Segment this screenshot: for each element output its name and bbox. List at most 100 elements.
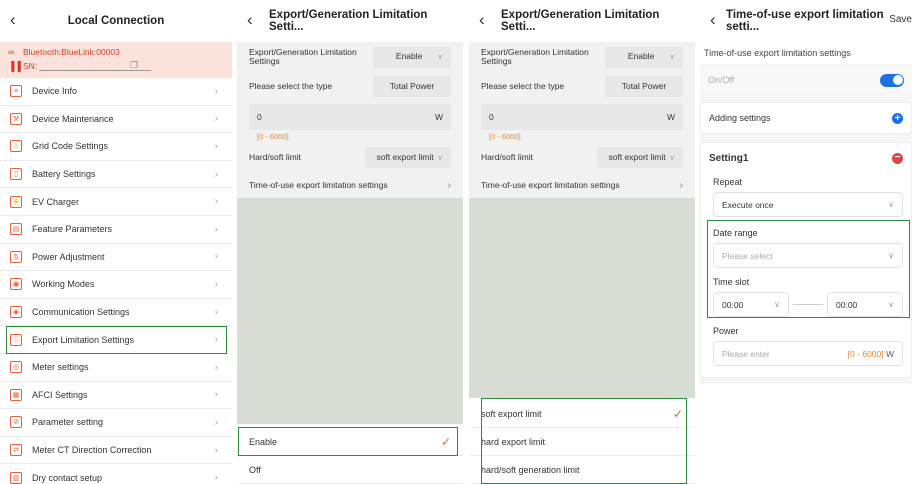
onoff-label: On/Off	[708, 75, 735, 85]
barcode-icon: ▐▐	[8, 61, 21, 71]
limit-row: Export/Generation Limitation Settings En…	[237, 42, 463, 72]
highlight-box	[707, 220, 910, 318]
overlay-mask	[237, 198, 463, 424]
chevron-right-icon: ›	[214, 113, 218, 125]
page-title: Time-of-use export limitation setti...	[726, 9, 884, 33]
page-title: Export/Generation Limitation Setti...	[501, 9, 660, 33]
hardsoft-select[interactable]: soft export limit ∨	[365, 146, 451, 168]
chevron-right-icon: ›	[214, 444, 218, 456]
antenna-icon: ◉	[10, 306, 22, 319]
back-icon[interactable]: ‹	[247, 11, 253, 28]
power-range: [0 - 6000]	[257, 132, 289, 141]
menu-item-device-info[interactable]: ≡ Device Info ›	[0, 78, 232, 106]
tools-icon: ⚒	[10, 112, 22, 125]
export-limit-screen-enable: ‹ Export/Generation Limitation Setti... …	[237, 0, 463, 484]
limit-row: Export/Generation Limitation Settings En…	[469, 42, 695, 72]
option-off[interactable]: Off	[237, 456, 463, 484]
menu-item-meter-settings[interactable]: ◎ Meter settings ›	[0, 354, 232, 382]
chevron-right-icon: ›	[447, 179, 451, 191]
limit-label: Export/Generation Limitation Settings	[249, 46, 357, 66]
chevron-right-icon: ›	[214, 140, 218, 152]
type-row: Please select the type Total Power	[237, 72, 463, 100]
chevron-right-icon: ›	[214, 251, 218, 263]
highlight-box	[6, 326, 227, 354]
dry-contact-icon: ▥	[10, 471, 22, 484]
copy-icon[interactable]: ❐	[130, 60, 138, 71]
battery-icon: ▯	[10, 168, 22, 181]
save-button[interactable]: Save	[889, 14, 912, 25]
setting-header: Setting1 −	[701, 143, 911, 173]
limit-select[interactable]: Enable ∨	[373, 46, 451, 68]
menu-item-ev-charger[interactable]: ⚡ EV Charger ›	[0, 188, 232, 216]
menu-item-afci-settings[interactable]: ▦ AFCI Settings ›	[0, 382, 232, 410]
menu-item-label: Device Maintenance	[32, 113, 114, 124]
export-limit-screen-hardsoft: ‹ Export/Generation Limitation Setti... …	[469, 0, 695, 484]
chevron-down-icon: ∨	[437, 51, 443, 61]
power-input[interactable]: 0 W	[481, 104, 683, 130]
type-label: Please select the type	[481, 81, 565, 91]
menu-item-label: Grid Code Settings	[32, 141, 109, 152]
highlight-box	[238, 427, 458, 456]
setting-title: Setting1	[709, 152, 749, 164]
power-range: [0 - 6000]	[847, 348, 884, 359]
hardsoft-row: Hard/soft limit soft export limit ∨	[237, 143, 463, 171]
afci-icon: ▦	[10, 388, 22, 401]
limit-form: Export/Generation Limitation Settings En…	[237, 42, 463, 198]
menu-item-label: Battery Settings	[32, 169, 96, 180]
menu-item-communication-settings[interactable]: ◉ Communication Settings ›	[0, 299, 232, 327]
menu-item-label: Power Adjustment	[32, 251, 105, 262]
meter-icon: ◎	[10, 361, 22, 374]
limit-label: Export/Generation Limitation Settings	[481, 46, 589, 66]
delete-icon[interactable]: −	[892, 152, 903, 164]
parameter-icon: ⊘	[10, 416, 22, 429]
repeat-select[interactable]: Execute once ∨	[713, 192, 903, 217]
type-button[interactable]: Total Power	[605, 75, 683, 97]
limit-form: Export/Generation Limitation Settings En…	[469, 42, 695, 198]
grid-tower-icon: ⌂	[10, 140, 22, 153]
type-button[interactable]: Total Power	[373, 75, 451, 97]
menu-item-working-modes[interactable]: ▣ Working Modes ›	[0, 271, 232, 299]
chevron-down-icon: ∨	[888, 200, 894, 209]
tou-row[interactable]: Time-of-use export limitation settings ›	[237, 171, 463, 199]
back-icon[interactable]: ‹	[710, 11, 716, 28]
ct-icon: ⇄	[10, 444, 22, 457]
settings-menu: ≡ Device Info › ⚒ Device Maintenance › ⌂ Grid C…	[0, 78, 232, 484]
chevron-right-icon: ›	[214, 416, 218, 428]
menu-item-parameter-setting[interactable]: ⊘ Parameter setting ›	[0, 409, 232, 437]
limit-select[interactable]: Enable ∨	[605, 46, 683, 68]
overlay-mask	[469, 198, 695, 398]
tou-row[interactable]: Time-of-use export limitation settings ›	[469, 171, 695, 199]
type-row: Please select the type Total Power	[469, 72, 695, 100]
chevron-down-icon: ∨	[669, 51, 675, 61]
back-icon[interactable]: ‹	[10, 11, 16, 28]
chevron-down-icon: ∨	[669, 152, 675, 162]
menu-item-label: Dry contact setup	[32, 472, 103, 483]
menu-item-device-maintenance[interactable]: ⚒ Device Maintenance ›	[0, 106, 232, 134]
power-input[interactable]: 0 W	[249, 104, 451, 130]
document-icon: ≡	[10, 85, 22, 98]
hardsoft-row: Hard/soft limit soft export limit ∨	[469, 143, 695, 171]
menu-item-power-adjustment[interactable]: ⇅ Power Adjustment ›	[0, 244, 232, 272]
power-value: 0	[489, 112, 494, 122]
tou-settings-screen: ‹ Time-of-use export limitation setti...…	[700, 0, 912, 484]
adding-card: Adding settings +	[700, 102, 912, 134]
menu-item-label: Feature Parameters	[32, 224, 113, 235]
power-input[interactable]: Please enter [0 - 6000] W	[713, 341, 903, 366]
menu-item-battery-settings[interactable]: ▯ Battery Settings ›	[0, 161, 232, 189]
ev-charger-icon: ⚡	[10, 195, 22, 208]
menu-item-label: Parameter setting	[32, 417, 104, 428]
onoff-toggle[interactable]	[880, 73, 904, 87]
chevron-down-icon: ∨	[437, 152, 443, 162]
chevron-right-icon: ›	[679, 179, 683, 191]
menu-item-grid-code-settings[interactable]: ⌂ Grid Code Settings ›	[0, 133, 232, 161]
hardsoft-select[interactable]: soft export limit ∨	[597, 146, 683, 168]
menu-item-dry-contact-setup[interactable]: ▥ Dry contact setup ›	[0, 464, 232, 484]
menu-item-meter-ct-direction-correction[interactable]: ⇄ Meter CT Direction Correction ›	[0, 437, 232, 465]
menu-item-feature-parameters[interactable]: ▤ Feature Parameters ›	[0, 216, 232, 244]
adding-row[interactable]: Adding settings +	[701, 104, 911, 132]
back-icon[interactable]: ‹	[479, 11, 485, 28]
hardsoft-label: Hard/soft limit	[249, 152, 301, 162]
header: ‹ Local Connection	[0, 0, 232, 42]
power-range: [0 - 6000]	[489, 132, 521, 141]
add-icon[interactable]: +	[892, 112, 903, 124]
